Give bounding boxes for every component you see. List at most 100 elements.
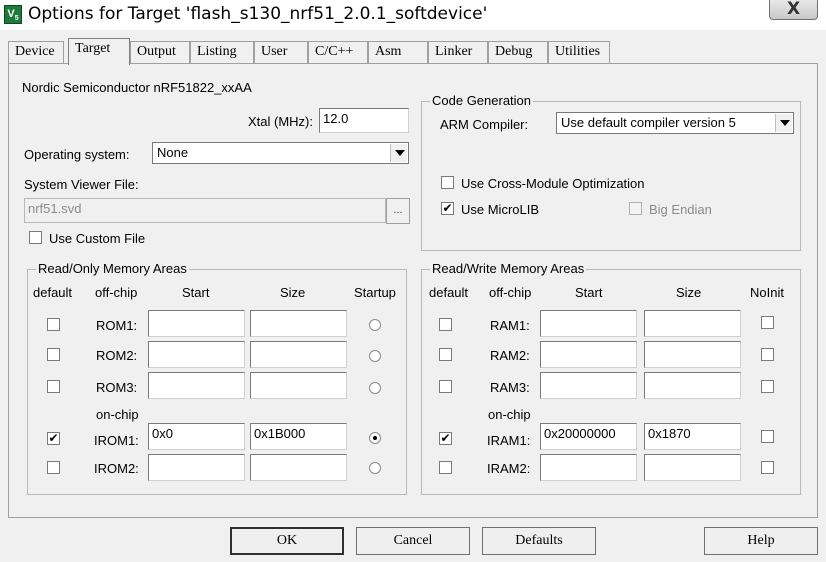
ram2-size-input[interactable] xyxy=(644,341,741,368)
iram1-noinit-checkbox[interactable] xyxy=(761,430,774,443)
ram-onchip-label: on-chip xyxy=(488,407,531,422)
tab-linker[interactable]: Linker xyxy=(428,41,488,63)
ram-header-size: Size xyxy=(676,285,702,300)
tab-cc[interactable]: C/C++ xyxy=(308,41,368,63)
iram1-label: IRAM1: xyxy=(487,433,531,448)
ram3-default-checkbox[interactable] xyxy=(439,380,452,393)
rom1-start-input[interactable] xyxy=(148,310,245,337)
rom-header-startup: Startup xyxy=(354,285,396,300)
ram-header-noinit: NoInit xyxy=(750,285,784,300)
chevron-down-icon[interactable] xyxy=(775,114,792,132)
rom2-start-input[interactable] xyxy=(148,341,245,368)
irom2-start-input[interactable] xyxy=(148,454,245,481)
cross-module-label: Use Cross-Module Optimization xyxy=(461,176,645,191)
ram-header-start: Start xyxy=(575,285,603,300)
irom1-startup-radio[interactable] xyxy=(369,432,381,444)
tab-output[interactable]: Output xyxy=(130,41,190,63)
irom2-default-checkbox[interactable] xyxy=(47,461,60,474)
rom2-size-input[interactable] xyxy=(250,341,347,368)
rom1-size-input[interactable] xyxy=(250,310,347,337)
iram1-size-input[interactable]: 0x1870 xyxy=(644,423,741,450)
irom1-start-input[interactable]: 0x0 xyxy=(148,423,245,450)
irom2-size-input[interactable] xyxy=(250,454,347,481)
use-custom-file-checkbox[interactable] xyxy=(29,231,42,244)
use-custom-file-label: Use Custom File xyxy=(49,231,146,246)
arm-compiler-label: ARM Compiler: xyxy=(440,117,529,132)
cross-module-checkbox[interactable] xyxy=(441,176,454,189)
read-write-memory-title: Read/Write Memory Areas xyxy=(430,261,587,276)
tab-listing[interactable]: Listing xyxy=(190,41,254,63)
help-button[interactable]: Help xyxy=(704,527,818,555)
big-endian-label: Big Endian xyxy=(649,202,712,217)
rom2-label: ROM2: xyxy=(96,348,138,363)
ram1-label: RAM1: xyxy=(490,318,530,333)
tab-device[interactable]: Device xyxy=(8,41,64,63)
svd-browse-button[interactable]: ... xyxy=(386,198,410,224)
ram2-default-checkbox[interactable] xyxy=(439,348,452,361)
os-label: Operating system: xyxy=(24,147,130,162)
iram2-noinit-checkbox[interactable] xyxy=(761,461,774,474)
iram2-default-checkbox[interactable] xyxy=(439,461,452,474)
ram-header-offchip: off-chip xyxy=(489,285,532,300)
tab-user[interactable]: User xyxy=(254,41,308,63)
defaults-button[interactable]: Defaults xyxy=(482,527,596,555)
arm-compiler-select[interactable]: Use default compiler version 5 xyxy=(556,112,794,134)
irom1-size-input[interactable]: 0x1B000 xyxy=(250,423,347,450)
ram1-default-checkbox[interactable] xyxy=(439,318,452,331)
rom3-size-input[interactable] xyxy=(250,372,347,399)
ok-button[interactable]: OK xyxy=(230,527,344,555)
chevron-down-icon[interactable] xyxy=(390,144,407,162)
tab-asm[interactable]: Asm xyxy=(368,41,428,63)
iram2-start-input[interactable] xyxy=(540,454,637,481)
irom1-label: IROM1: xyxy=(94,433,139,448)
ram3-noinit-checkbox[interactable] xyxy=(761,380,774,393)
iram1-start-input[interactable]: 0x20000000 xyxy=(540,423,637,450)
os-select[interactable]: None xyxy=(152,142,409,164)
read-only-memory-title: Read/Only Memory Areas xyxy=(36,261,189,276)
tab-strip: Device Target Output Listing User C/C++ … xyxy=(8,38,818,65)
ram1-size-input[interactable] xyxy=(644,310,741,337)
tab-target[interactable]: Target xyxy=(68,38,130,65)
rom-header-offchip: off-chip xyxy=(95,285,138,300)
rom3-startup-radio[interactable] xyxy=(369,382,381,394)
tab-utilities[interactable]: Utilities xyxy=(548,41,610,63)
keil-app-icon: V5 xyxy=(4,5,22,24)
ram3-label: RAM3: xyxy=(490,380,530,395)
rom2-startup-radio[interactable] xyxy=(369,350,381,362)
rom1-startup-radio[interactable] xyxy=(369,319,381,331)
cancel-button[interactable]: Cancel xyxy=(356,527,470,555)
rom3-label: ROM3: xyxy=(96,380,138,395)
ram-header-default: default xyxy=(429,285,469,300)
window-title: Options for Target 'flash_s130_nrf51_2.0… xyxy=(28,4,488,24)
irom1-default-checkbox[interactable]: ✔ xyxy=(47,432,60,445)
rom2-default-checkbox[interactable] xyxy=(47,348,60,361)
irom2-label: IROM2: xyxy=(94,461,139,476)
ram2-start-input[interactable] xyxy=(540,341,637,368)
ram2-noinit-checkbox[interactable] xyxy=(761,348,774,361)
svd-label: System Viewer File: xyxy=(24,177,139,192)
iram2-size-input[interactable] xyxy=(644,454,741,481)
rom1-default-checkbox[interactable] xyxy=(47,318,60,331)
ram3-size-input[interactable] xyxy=(644,372,741,399)
rom3-default-checkbox[interactable] xyxy=(47,380,60,393)
microlib-label: Use MicroLIB xyxy=(461,202,540,217)
os-select-value: None xyxy=(157,145,189,160)
rom1-label: ROM1: xyxy=(96,318,138,333)
rom-header-default: default xyxy=(33,285,73,300)
close-button[interactable]: X xyxy=(769,0,818,20)
irom2-startup-radio[interactable] xyxy=(369,462,381,474)
rom3-start-input[interactable] xyxy=(148,372,245,399)
microlib-checkbox[interactable]: ✔ xyxy=(441,202,454,215)
iram2-label: IRAM2: xyxy=(487,461,531,476)
rom-onchip-label: on-chip xyxy=(96,407,139,422)
ram3-start-input[interactable] xyxy=(540,372,637,399)
arm-compiler-value: Use default compiler version 5 xyxy=(561,115,736,130)
iram1-default-checkbox[interactable]: ✔ xyxy=(439,432,452,445)
rom-header-start: Start xyxy=(182,285,210,300)
big-endian-checkbox xyxy=(629,202,642,215)
ram1-noinit-checkbox[interactable] xyxy=(761,316,774,329)
xtal-input[interactable]: 12.0 xyxy=(319,108,409,133)
tab-debug[interactable]: Debug xyxy=(488,41,548,63)
ram1-start-input[interactable] xyxy=(540,310,637,337)
code-generation-title: Code Generation xyxy=(430,93,534,108)
